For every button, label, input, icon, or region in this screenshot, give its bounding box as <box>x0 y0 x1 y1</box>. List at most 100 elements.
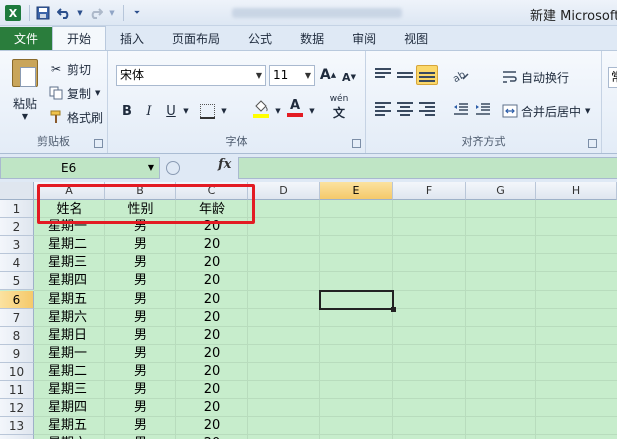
cell-b5[interactable]: 男 <box>105 273 176 291</box>
orientation-button[interactable]: ab <box>448 65 474 85</box>
cut-button[interactable]: ✂ 剪切 <box>48 59 91 79</box>
increase-indent-button[interactable] <box>472 99 494 119</box>
borders-dropdown-icon[interactable]: ▼ <box>220 101 228 121</box>
cell-c3[interactable]: 20 <box>176 237 248 255</box>
decrease-indent-button[interactable] <box>450 99 472 119</box>
tab-data[interactable]: 数据 <box>286 27 338 50</box>
font-color-dropdown-icon[interactable]: ▼ <box>308 101 316 121</box>
row-header[interactable]: 13 <box>0 417 34 436</box>
shrink-font-button[interactable]: A ▼ <box>341 67 357 87</box>
underline-button[interactable]: U <box>162 101 180 121</box>
name-box[interactable]: E6 <box>0 157 160 179</box>
font-name-select[interactable]: 宋体 ▼ <box>116 65 266 86</box>
fill-color-button[interactable] <box>250 99 272 119</box>
cell-c7[interactable]: 20 <box>176 310 248 328</box>
wrap-text-button[interactable]: 自动换行 <box>502 67 569 87</box>
cell-b11[interactable]: 男 <box>105 382 176 400</box>
column-header-e[interactable]: E <box>320 182 393 200</box>
underline-dropdown-icon[interactable]: ▼ <box>182 101 190 121</box>
redo-dropdown-icon[interactable]: ▼ <box>108 4 116 22</box>
cell-a12[interactable]: 星期四 <box>48 400 104 418</box>
row-header[interactable]: 5 <box>0 272 34 291</box>
cell-c13[interactable]: 20 <box>176 418 248 436</box>
row-header[interactable]: 2 <box>0 218 34 237</box>
tab-view[interactable]: 视图 <box>390 27 442 50</box>
cell-b4[interactable]: 男 <box>105 255 176 273</box>
cell-b10[interactable]: 男 <box>105 364 176 382</box>
tab-formulas[interactable]: 公式 <box>234 27 286 50</box>
clipboard-launcher-icon[interactable] <box>94 139 103 148</box>
redo-icon[interactable] <box>87 4 105 22</box>
cell-a4[interactable]: 星期三 <box>48 255 104 273</box>
cell-b7[interactable]: 男 <box>105 310 176 328</box>
tab-home[interactable]: 开始 <box>52 26 107 50</box>
cell-b8[interactable]: 男 <box>105 328 176 346</box>
column-header-f[interactable]: F <box>393 182 466 200</box>
cell-a5[interactable]: 星期四 <box>48 273 104 291</box>
row-header[interactable]: 9 <box>0 344 34 363</box>
row-header[interactable]: 1 <box>0 200 34 219</box>
row-header[interactable]: 11 <box>0 381 34 400</box>
merge-center-button[interactable]: 合并后居中 ▼ <box>502 101 590 121</box>
tab-review[interactable]: 审阅 <box>338 27 390 50</box>
font-launcher-icon[interactable] <box>352 139 361 148</box>
format-painter-button[interactable]: 格式刷 <box>48 107 103 127</box>
align-right-button[interactable] <box>416 99 438 119</box>
number-format-select[interactable]: 常 <box>608 67 617 88</box>
align-left-button[interactable] <box>372 99 394 119</box>
fill-dropdown-icon[interactable]: ▼ <box>274 101 282 121</box>
cell-a9[interactable]: 星期一 <box>48 346 104 364</box>
row-header[interactable]: 6 <box>0 290 34 309</box>
borders-button[interactable] <box>196 101 218 121</box>
cell-c12[interactable]: 20 <box>176 400 248 418</box>
font-size-select[interactable]: 11 ▼ <box>269 65 315 86</box>
column-header-g[interactable]: G <box>466 182 536 200</box>
undo-icon[interactable] <box>55 4 73 22</box>
row-header[interactable]: 7 <box>0 308 34 327</box>
row-header[interactable]: 4 <box>0 254 34 273</box>
cell-a7[interactable]: 星期六 <box>48 310 104 328</box>
align-center-button[interactable] <box>394 99 416 119</box>
cell-b9[interactable]: 男 <box>105 346 176 364</box>
save-icon[interactable] <box>34 4 52 22</box>
cell-a13[interactable]: 星期五 <box>48 418 104 436</box>
cell-c5[interactable]: 20 <box>176 273 248 291</box>
resize-handle-icon[interactable] <box>166 161 180 175</box>
tab-page-layout[interactable]: 页面布局 <box>158 27 234 50</box>
customize-qat-icon[interactable]: ⏷ <box>128 4 146 22</box>
cell-c10[interactable]: 20 <box>176 364 248 382</box>
insert-function-button[interactable]: fx <box>218 157 231 172</box>
alignment-launcher-icon[interactable] <box>588 139 597 148</box>
align-middle-button[interactable] <box>394 65 416 85</box>
row-header[interactable]: 3 <box>0 236 34 255</box>
cell-a10[interactable]: 星期二 <box>48 364 104 382</box>
bold-button[interactable]: B <box>118 101 136 121</box>
worksheet-grid[interactable]: A B C D E F G H 1 姓名 性别 年龄 2 星期一男 20 3 星期二男 20 4 星期三男 20 5 星期四… <box>0 182 617 439</box>
cell-b12[interactable]: 男 <box>105 400 176 418</box>
cell-a3[interactable]: 星期二 <box>48 237 104 255</box>
undo-dropdown-icon[interactable]: ▼ <box>76 4 84 22</box>
tab-insert[interactable]: 插入 <box>106 27 158 50</box>
italic-button[interactable]: I <box>140 101 158 121</box>
font-color-button[interactable]: A <box>284 97 306 117</box>
select-all-corner[interactable] <box>0 182 34 200</box>
row-header[interactable]: 12 <box>0 399 34 418</box>
cell-b3[interactable]: 男 <box>105 237 176 255</box>
cell-c9[interactable]: 20 <box>176 346 248 364</box>
column-header-h[interactable]: H <box>536 182 617 200</box>
cell-c8[interactable]: 20 <box>176 328 248 346</box>
tab-file[interactable]: 文件 <box>0 27 52 50</box>
phonetic-button[interactable]: wén 文 <box>326 94 352 120</box>
grow-font-button[interactable]: A ▲ <box>319 65 337 85</box>
align-bottom-button[interactable] <box>416 65 438 85</box>
excel-app-icon[interactable]: X <box>4 4 22 22</box>
cell-c4[interactable]: 20 <box>176 255 248 273</box>
row-header[interactable]: 8 <box>0 326 34 345</box>
cell-a11[interactable]: 星期三 <box>48 382 104 400</box>
cell-a6[interactable]: 星期五 <box>48 292 104 310</box>
column-header-d[interactable]: D <box>248 182 320 200</box>
formula-input[interactable] <box>238 157 617 179</box>
copy-button[interactable]: 复制 ▼ <box>48 83 100 103</box>
paste-button[interactable]: 粘贴 ▼ <box>8 59 42 121</box>
cell-a8[interactable]: 星期日 <box>48 328 104 346</box>
